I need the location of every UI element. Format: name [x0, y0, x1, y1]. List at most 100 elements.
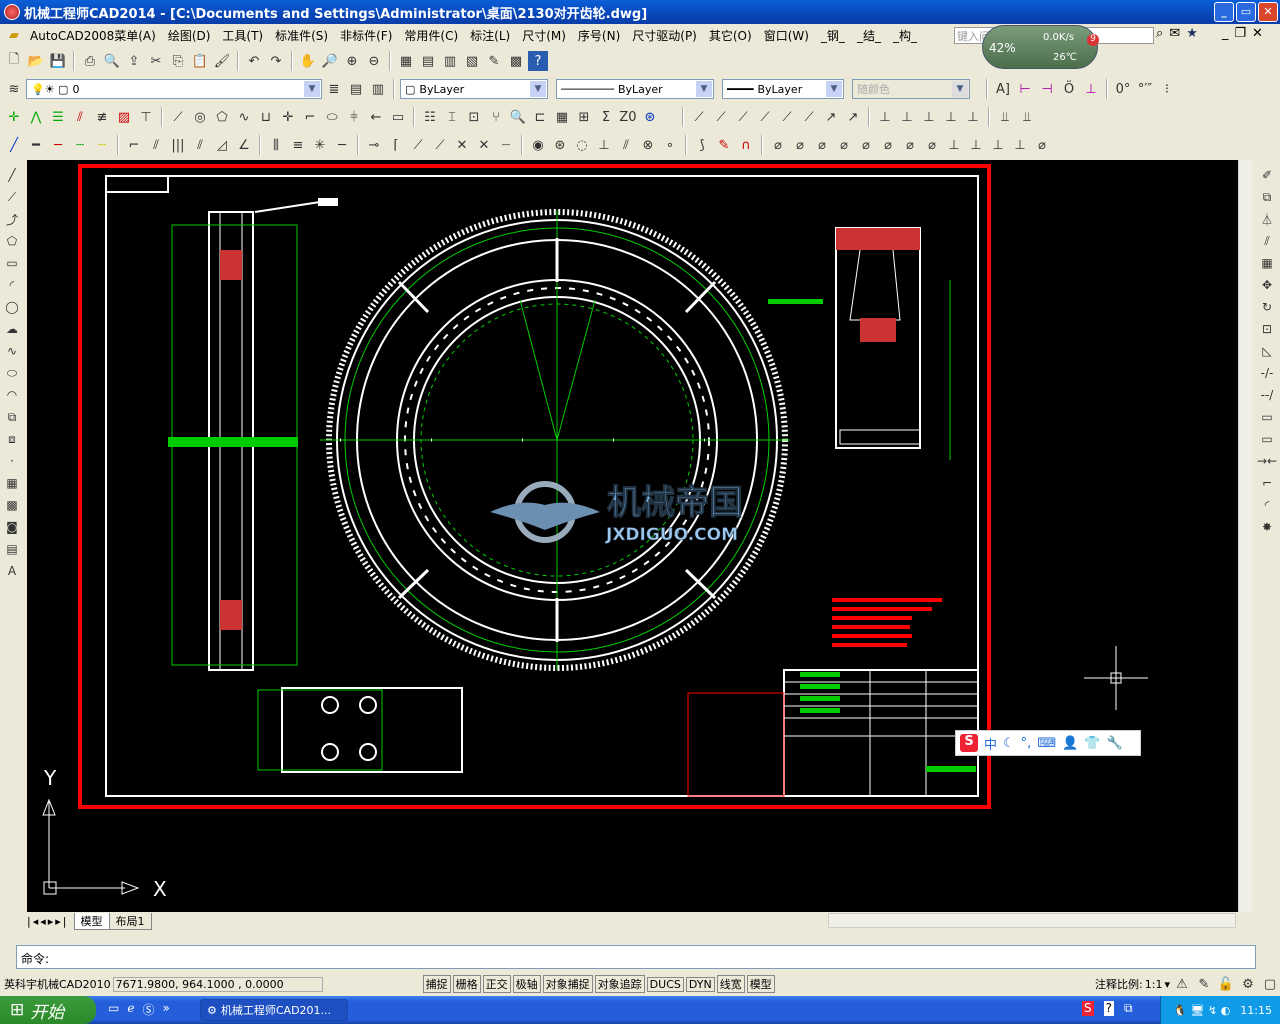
arc-icon[interactable]: ◜: [3, 276, 21, 294]
redo-icon[interactable]: ↷: [266, 51, 286, 71]
tray-icons[interactable]: 🐧 🖥 ↯ ◐: [1173, 1004, 1230, 1017]
layer-manager-icon[interactable]: ≋: [4, 79, 24, 99]
markup-icon[interactable]: ✎: [484, 51, 504, 71]
diam-4-icon[interactable]: ⌀: [834, 135, 854, 155]
copy-object-icon[interactable]: ⧉: [1258, 188, 1276, 206]
cross2-icon[interactable]: ✕: [474, 135, 494, 155]
chamfer-icon[interactable]: ⌐: [124, 135, 144, 155]
diam-6-icon[interactable]: ⌀: [878, 135, 898, 155]
toggle-ortho[interactable]: 正交: [482, 975, 511, 993]
spline-icon[interactable]: ∿: [3, 342, 21, 360]
pin-icon[interactable]: ⊸: [364, 135, 384, 155]
chain-icon[interactable]: ⊗: [638, 135, 658, 155]
toggle-ducs[interactable]: DUCS: [646, 976, 684, 992]
leader-6-icon[interactable]: ⟋: [799, 107, 819, 127]
weld-3-icon[interactable]: ⊥: [919, 107, 939, 127]
rotate-icon[interactable]: ↻: [1258, 298, 1276, 316]
skin-icon[interactable]: 👕: [1084, 736, 1100, 751]
region-icon[interactable]: ◙: [3, 518, 21, 536]
diag2-icon[interactable]: ⟋: [430, 135, 450, 155]
leader-1-icon[interactable]: ⟋: [689, 107, 709, 127]
step-icon[interactable]: ⌐: [300, 107, 320, 127]
target-icon[interactable]: ⊛: [640, 107, 660, 127]
start-button[interactable]: ⊞ 开始: [0, 996, 96, 1024]
drawing-canvas[interactable]: 机械帝国 JXDIGUO.COM Y X: [27, 160, 1238, 912]
diam-1-icon[interactable]: ⌀: [768, 135, 788, 155]
toggle-osnap[interactable]: 对象捕捉: [542, 975, 593, 993]
extend-icon[interactable]: --/: [1258, 386, 1276, 404]
communication-icon[interactable]: ✉: [1169, 26, 1180, 41]
toggle-lineweight[interactable]: 线宽: [716, 975, 745, 993]
yellow-line-icon[interactable]: ┄: [92, 135, 112, 155]
offset-icon[interactable]: ⫽: [146, 135, 166, 155]
matchprop-icon[interactable]: 🖌: [212, 51, 232, 71]
angle-icon[interactable]: 0°: [1113, 79, 1133, 99]
print-icon[interactable]: ⎙: [80, 51, 100, 71]
paste-icon[interactable]: 📋: [190, 51, 210, 71]
magnet-icon[interactable]: ∩: [736, 135, 756, 155]
menu-construct[interactable]: _构_: [887, 27, 923, 44]
join-icon[interactable]: →←: [1257, 452, 1277, 470]
properties-icon[interactable]: ▦: [396, 51, 416, 71]
fillet-icon[interactable]: ◜: [1258, 496, 1276, 514]
green-line-icon[interactable]: ┄: [70, 135, 90, 155]
offset-object-icon[interactable]: ⫽: [1258, 232, 1276, 250]
close-button[interactable]: ✕: [1258, 2, 1278, 22]
circle1-icon[interactable]: ◉: [528, 135, 548, 155]
rectangle-icon[interactable]: ▭: [3, 254, 21, 272]
line-icon[interactable]: ╱: [4, 135, 24, 155]
toggle-snap[interactable]: 捕捉: [422, 975, 451, 993]
pan-icon[interactable]: ✋: [298, 51, 318, 71]
scale-icon[interactable]: ⊡: [1258, 320, 1276, 338]
horizontal-scrollbar[interactable]: [828, 913, 1236, 928]
sheetset-icon[interactable]: ▧: [462, 51, 482, 71]
new-icon[interactable]: 🗋: [4, 51, 24, 71]
pen-icon[interactable]: ✎: [714, 135, 734, 155]
save-icon[interactable]: 💾: [48, 51, 68, 71]
dashes-icon[interactable]: ┈: [496, 135, 516, 155]
polyline-icon[interactable]: ⤴: [3, 210, 21, 228]
publish-icon[interactable]: ⇪: [124, 51, 144, 71]
menu-nonstandard-parts[interactable]: 非标件(F): [334, 27, 398, 44]
gradient-icon[interactable]: ▩: [3, 496, 21, 514]
dim-aligned-icon[interactable]: ⊣: [1037, 79, 1057, 99]
menu-standard-parts[interactable]: 标准件(S): [269, 27, 334, 44]
table-draw-icon[interactable]: ▤: [3, 540, 21, 558]
sigma-icon[interactable]: Σ: [596, 107, 616, 127]
ime-mode[interactable]: 中: [984, 734, 997, 753]
help-icon[interactable]: ?: [528, 51, 548, 71]
annotation-visibility-icon[interactable]: ⚠: [1172, 974, 1192, 994]
rail-icon[interactable]: ⫼: [266, 135, 286, 155]
break-line-icon[interactable]: ⋀: [26, 107, 46, 127]
menu-dim-drive[interactable]: 尺寸驱动(P): [626, 27, 703, 44]
equal-icon[interactable]: ≡: [288, 135, 308, 155]
leader-3-icon[interactable]: ⟋: [733, 107, 753, 127]
circle-icon[interactable]: ◯: [3, 298, 21, 316]
restore-langbar-icon[interactable]: ⧉: [1124, 1001, 1133, 1016]
move-icon[interactable]: ✥: [1258, 276, 1276, 294]
make-block-icon[interactable]: ⧈: [3, 430, 21, 448]
bracket-icon[interactable]: ⌈: [386, 135, 406, 155]
hatch-draw-icon[interactable]: ▦: [3, 474, 21, 492]
cut-icon[interactable]: ✂: [146, 51, 166, 71]
doc-restore-button[interactable]: ❐: [1234, 26, 1246, 41]
array-icon[interactable]: ▦: [1258, 254, 1276, 272]
chamfer-modify-icon[interactable]: ⌐: [1258, 474, 1276, 492]
fix-5-icon[interactable]: ⌀: [1032, 135, 1052, 155]
menu-other[interactable]: 其它(O): [703, 27, 758, 44]
rough-2-icon[interactable]: ⫫: [1017, 107, 1037, 127]
polygon-icon[interactable]: ⬠: [212, 107, 232, 127]
weld-1-icon[interactable]: ⊥: [875, 107, 895, 127]
rect-icon[interactable]: ▭: [388, 107, 408, 127]
auto-scale-icon[interactable]: ✎: [1194, 974, 1214, 994]
maximize-button[interactable]: ▭: [1236, 2, 1256, 22]
design-center-icon[interactable]: ▤: [418, 51, 438, 71]
mirror-icon[interactable]: ⏃: [1258, 210, 1276, 228]
trim-icon[interactable]: -/-: [1258, 364, 1276, 382]
construction-line-icon[interactable]: ⟋: [3, 188, 21, 206]
slot-icon[interactable]: ⟋: [168, 107, 188, 127]
tab-nav-arrows[interactable]: |◂◂▸▸|: [27, 915, 69, 928]
weld-2-icon[interactable]: ⊥: [897, 107, 917, 127]
ellipse-arc-icon[interactable]: ◠: [3, 386, 21, 404]
center-mark-icon[interactable]: ≢: [92, 107, 112, 127]
